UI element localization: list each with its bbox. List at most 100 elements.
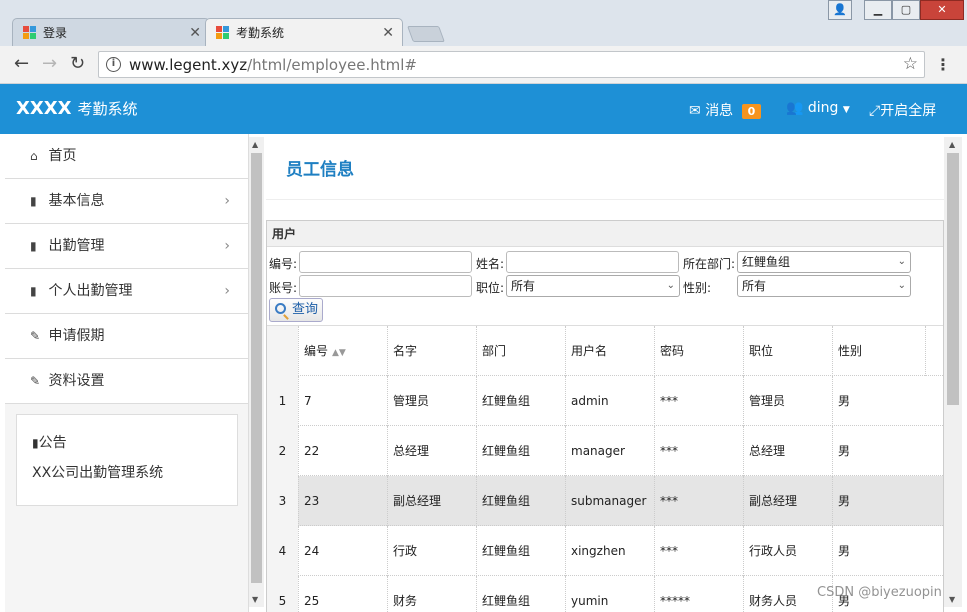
bookmark-star-icon[interactable]: ☆ xyxy=(903,54,918,74)
cell-position: 副总经理 xyxy=(743,476,832,526)
tab-title: 登录 xyxy=(43,26,68,40)
window-close-button[interactable]: ✕ xyxy=(920,0,964,20)
main-scrollbar[interactable]: ▲ ▼ xyxy=(944,137,962,607)
main-scroll-thumb[interactable] xyxy=(947,153,959,405)
messages-button[interactable]: ✉ 消息 0 xyxy=(689,100,762,120)
cell-gender: 男 xyxy=(832,426,925,476)
search-icon xyxy=(275,303,286,314)
home-icon: ⌂ xyxy=(30,149,38,163)
cell-password: ***** xyxy=(654,576,743,612)
new-tab-button[interactable] xyxy=(407,26,445,42)
forward-arrow-icon[interactable]: → xyxy=(42,54,57,74)
chevron-right-icon: › xyxy=(224,283,230,299)
column-header-department[interactable]: 部门 xyxy=(476,326,565,376)
department-select[interactable]: 红鲤鱼组 ⌄ xyxy=(737,251,911,273)
cell-password: *** xyxy=(654,426,743,476)
expand-icon: ⤢ xyxy=(869,103,881,119)
sidebar-item-personal-attendance[interactable]: ▮ 个人出勤管理 › xyxy=(5,269,248,314)
scroll-down-arrow-icon[interactable]: ▼ xyxy=(252,595,258,604)
cell-username: admin xyxy=(565,376,654,426)
title-divider xyxy=(266,199,944,200)
cell-id: 25 xyxy=(298,576,387,612)
column-header-username[interactable]: 用户名 xyxy=(565,326,654,376)
row-number: 4 xyxy=(267,526,298,576)
column-header-id[interactable]: 编号 ▲▼ xyxy=(298,326,387,376)
cell-id: 23 xyxy=(298,476,387,526)
account-input[interactable] xyxy=(299,275,472,297)
chevron-down-icon: ⌄ xyxy=(897,256,906,267)
gender-select[interactable]: 所有 ⌄ xyxy=(737,275,911,297)
table-row[interactable]: 1 7 管理员 红鲤鱼组 admin *** 管理员 男 xyxy=(267,376,943,426)
fullscreen-button[interactable]: ⤢开启全屏 xyxy=(869,100,936,120)
sidebar-item-label: 个人出勤管理 xyxy=(48,283,133,299)
sidebar-item-label: 出勤管理 xyxy=(48,238,105,254)
scroll-up-arrow-icon[interactable]: ▲ xyxy=(949,140,955,149)
sidebar-scrollbar[interactable]: ▲ ▼ xyxy=(249,137,264,607)
edit-icon: ✎ xyxy=(30,374,41,388)
browser-tab-bar: 登录 ✕ 考勤系统 ✕ 👤 ▁ ▢ ✕ xyxy=(0,0,967,46)
notice-panel: ▮公告 XX公司出勤管理系统 xyxy=(16,414,238,506)
column-header-position[interactable]: 职位 xyxy=(743,326,832,376)
id-input[interactable] xyxy=(299,251,472,273)
employee-table: 编号 ▲▼ 名字 部门 用户名 密码 职位 性别 1 7 管理员 红鲤鱼组 adm… xyxy=(267,325,943,612)
bookmark-icon: ▮ xyxy=(32,436,39,450)
sidebar-item-label: 首页 xyxy=(48,148,77,164)
column-header-gender[interactable]: 性别 xyxy=(832,326,925,376)
column-header-name[interactable]: 名字 xyxy=(387,326,476,376)
sidebar-item-attendance[interactable]: ▮ 出勤管理 › xyxy=(5,224,248,269)
chevron-down-icon: ⌄ xyxy=(666,280,675,291)
site-info-icon[interactable]: i xyxy=(106,57,121,72)
maximize-button[interactable]: ▢ xyxy=(892,0,920,20)
cell-department: 红鲤鱼组 xyxy=(476,376,565,426)
address-bar[interactable]: i www.legent.xyz/html/employee.html# ☆ xyxy=(98,51,925,78)
name-input[interactable] xyxy=(506,251,679,273)
cell-department: 红鲤鱼组 xyxy=(476,476,565,526)
app-header: XXXX 考勤系统 ✉ 消息 0 👥 ding ▼ ⤢开启全屏 xyxy=(0,84,967,134)
tab-title: 考勤系统 xyxy=(236,26,285,40)
sidebar-item-profile-settings[interactable]: ✎ 资料设置 xyxy=(5,359,248,404)
scroll-down-arrow-icon[interactable]: ▼ xyxy=(949,595,955,604)
table-row[interactable]: 2 22 总经理 红鲤鱼组 manager *** 总经理 男 xyxy=(267,426,943,476)
cell-name: 管理员 xyxy=(387,376,476,426)
cell-id: 24 xyxy=(298,526,387,576)
minimize-button[interactable]: ▁ xyxy=(864,0,892,20)
watermark: CSDN @biyezuopin xyxy=(817,585,942,600)
position-select[interactable]: 所有 ⌄ xyxy=(506,275,680,297)
close-tab-icon[interactable]: ✕ xyxy=(189,19,201,47)
user-profile-icon[interactable]: 👤 xyxy=(828,0,852,20)
column-header-password[interactable]: 密码 xyxy=(654,326,743,376)
browser-menu-icon[interactable]: ⋮ xyxy=(935,55,951,74)
users-icon: 👥 xyxy=(786,100,804,116)
sidebar: ⌂ 首页 ▮ 基本信息 › ▮ 出勤管理 › ▮ 个人出勤管理 › ✎ 申请假期… xyxy=(5,134,249,612)
cell-username: manager xyxy=(565,426,654,476)
user-menu-button[interactable]: 👥 ding ▼ xyxy=(786,100,850,116)
table-row-selected[interactable]: 3 23 副总经理 红鲤鱼组 submanager *** 副总经理 男 xyxy=(267,476,943,526)
page-title: 员工信息 xyxy=(286,160,354,180)
file-icon: ▮ xyxy=(30,284,37,298)
cell-position: 总经理 xyxy=(743,426,832,476)
browser-tab-login[interactable]: 登录 ✕ xyxy=(12,18,210,46)
cell-name: 总经理 xyxy=(387,426,476,476)
sidebar-item-basic-info[interactable]: ▮ 基本信息 › xyxy=(5,179,248,224)
sidebar-item-label: 资料设置 xyxy=(48,373,105,389)
sidebar-item-label: 申请假期 xyxy=(48,328,105,344)
scroll-up-arrow-icon[interactable]: ▲ xyxy=(252,140,258,149)
close-tab-icon[interactable]: ✕ xyxy=(382,19,394,47)
sidebar-item-label: 基本信息 xyxy=(48,193,105,209)
sidebar-scroll-thumb[interactable] xyxy=(251,153,262,583)
cell-name: 副总经理 xyxy=(387,476,476,526)
chevron-right-icon: › xyxy=(224,238,230,254)
chevron-right-icon: › xyxy=(224,193,230,209)
sidebar-item-leave-request[interactable]: ✎ 申请假期 xyxy=(5,314,248,359)
reload-icon[interactable]: ↻ xyxy=(70,54,85,74)
search-button[interactable]: 查询 xyxy=(269,298,323,322)
browser-tab-attendance[interactable]: 考勤系统 ✕ xyxy=(205,18,403,46)
caret-down-icon: ▼ xyxy=(842,105,850,115)
back-arrow-icon[interactable]: ← xyxy=(14,54,29,74)
table-row[interactable]: 4 24 行政 红鲤鱼组 xingzhen *** 行政人员 男 xyxy=(267,526,943,576)
sort-icon[interactable]: ▲▼ xyxy=(332,348,346,358)
cell-department: 红鲤鱼组 xyxy=(476,526,565,576)
sidebar-item-home[interactable]: ⌂ 首页 xyxy=(5,134,248,179)
app-brand: XXXX 考勤系统 xyxy=(16,98,138,119)
chevron-down-icon: ⌄ xyxy=(897,280,906,291)
